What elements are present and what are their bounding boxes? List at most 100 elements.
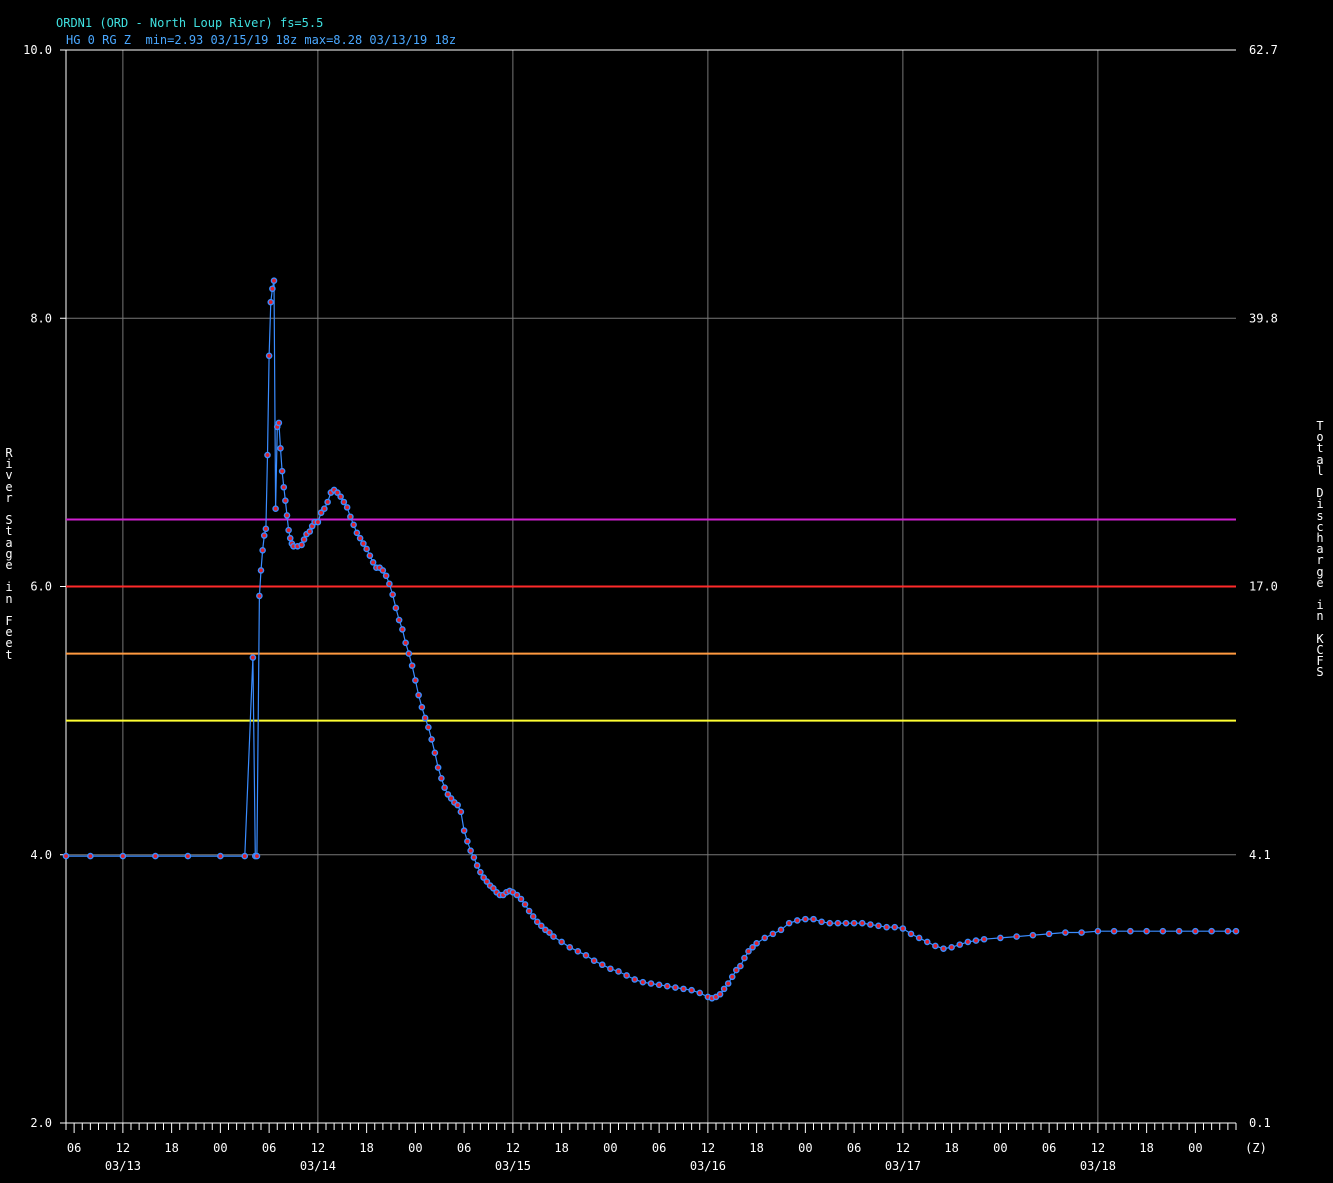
stage-data-point	[340, 498, 348, 506]
stage-data-point	[724, 980, 732, 987]
stage-data-point	[741, 954, 748, 962]
stage-data-point	[834, 919, 842, 927]
stage-data-point	[720, 985, 728, 993]
stage-data-point	[1224, 927, 1232, 935]
stage-data-point	[1175, 927, 1183, 935]
stage-data-point	[1078, 929, 1085, 936]
stage-data-point	[688, 986, 695, 994]
stage-data-point	[418, 703, 426, 711]
stage-data-point	[356, 534, 364, 542]
stage-data-point	[267, 298, 275, 306]
chart-title: ORDN1 (ORD - North Loup River) fs=5.5	[56, 16, 324, 30]
stage-data-point	[184, 852, 192, 860]
x-tick-label: 06	[262, 1141, 276, 1155]
stage-data-point	[415, 691, 422, 699]
stage-data-point	[802, 915, 809, 923]
x-tick-label: 12	[701, 1141, 715, 1155]
stage-data-point	[241, 852, 249, 860]
stage-data-point	[980, 935, 988, 943]
stage-data-point	[262, 525, 270, 533]
stage-data-point	[314, 518, 322, 526]
stage-data-point	[607, 965, 614, 973]
x-tick-label: 12	[116, 1141, 130, 1155]
stage-data-point	[566, 943, 574, 951]
stage-data-point	[337, 493, 344, 500]
stage-data-point	[264, 451, 271, 459]
x-date-label: 03/15	[495, 1159, 531, 1173]
stage-data-point	[402, 639, 409, 647]
y-tick-label-right: 62.7	[1249, 43, 1278, 57]
stage-data-point	[517, 895, 525, 903]
stage-data-point	[716, 990, 724, 998]
x-tick-label: 12	[311, 1141, 325, 1155]
stage-data-point	[217, 852, 224, 860]
stage-data-point	[405, 650, 413, 657]
stage-data-point	[343, 504, 351, 511]
stage-data-point	[306, 528, 314, 535]
stage-data-point	[360, 540, 367, 547]
stage-data-point	[87, 852, 94, 860]
stage-data-point	[550, 933, 557, 940]
stage-data-point	[753, 939, 760, 947]
stage-data-point	[639, 978, 647, 986]
stage-data-point	[793, 917, 801, 924]
y-tick-label-left: 8.0	[30, 311, 52, 325]
stage-data-point	[1062, 929, 1069, 936]
stage-data-point	[62, 852, 70, 860]
y-tick-label-right: 0.1	[1249, 1116, 1271, 1130]
chart-subtitle: HG 0 RG Z min=2.93 03/15/19 18z max=8.28…	[66, 33, 457, 47]
x-date-label: 03/18	[1080, 1159, 1116, 1173]
stage-data-point	[899, 925, 907, 932]
stage-data-point	[858, 919, 866, 927]
stage-data-point	[647, 980, 655, 987]
stage-data-point	[350, 521, 357, 529]
stage-data-point	[382, 572, 390, 580]
stage-data-point	[1045, 930, 1053, 938]
stage-data-point	[399, 626, 406, 633]
stage-data-point	[915, 934, 923, 942]
y-tick-label-left: 10.0	[23, 43, 52, 57]
x-tick-label: 00	[798, 1141, 812, 1155]
stage-data-point	[119, 852, 127, 860]
stage-data-point	[818, 918, 825, 926]
x-axis-unit-label: (Z)	[1245, 1141, 1267, 1155]
stage-data-point	[1029, 931, 1037, 939]
stage-data-point	[363, 545, 370, 553]
stage-data-point	[810, 915, 817, 923]
stage-data-point	[623, 972, 630, 979]
x-tick-label: 06	[67, 1141, 81, 1155]
stage-data-point	[369, 559, 377, 566]
stage-data-point	[269, 285, 276, 293]
stage-data-point	[1013, 933, 1020, 940]
stage-data-point	[457, 808, 465, 816]
stage-data-point	[655, 981, 663, 989]
stage-data-point	[454, 801, 461, 809]
x-tick-label: 00	[213, 1141, 227, 1155]
stage-data-point	[257, 567, 265, 574]
stage-data-point	[285, 526, 292, 534]
stage-data-point	[253, 852, 261, 860]
x-date-label: 03/17	[885, 1159, 921, 1173]
x-tick-label: 18	[749, 1141, 763, 1155]
x-tick-label: 12	[506, 1141, 520, 1155]
stage-data-point	[265, 352, 273, 360]
stage-data-point	[477, 868, 484, 876]
stage-data-point	[574, 948, 582, 955]
stage-data-point	[891, 923, 899, 931]
stage-data-point	[997, 934, 1004, 942]
x-tick-label: 00	[408, 1141, 422, 1155]
stage-data-point	[249, 654, 257, 661]
stage-data-point	[761, 934, 769, 942]
stage-data-point	[389, 591, 396, 598]
stage-data-point	[464, 838, 471, 845]
stage-data-point	[672, 984, 679, 991]
stage-data-point	[460, 827, 468, 834]
x-date-label: 03/14	[300, 1159, 336, 1173]
stage-data-point	[282, 497, 289, 504]
stage-data-point	[259, 546, 266, 554]
stage-data-point	[286, 534, 294, 542]
stage-data-point	[438, 774, 445, 782]
stage-series-line	[66, 280, 1236, 999]
stage-data-point	[395, 616, 403, 624]
x-tick-label: 00	[993, 1141, 1007, 1155]
